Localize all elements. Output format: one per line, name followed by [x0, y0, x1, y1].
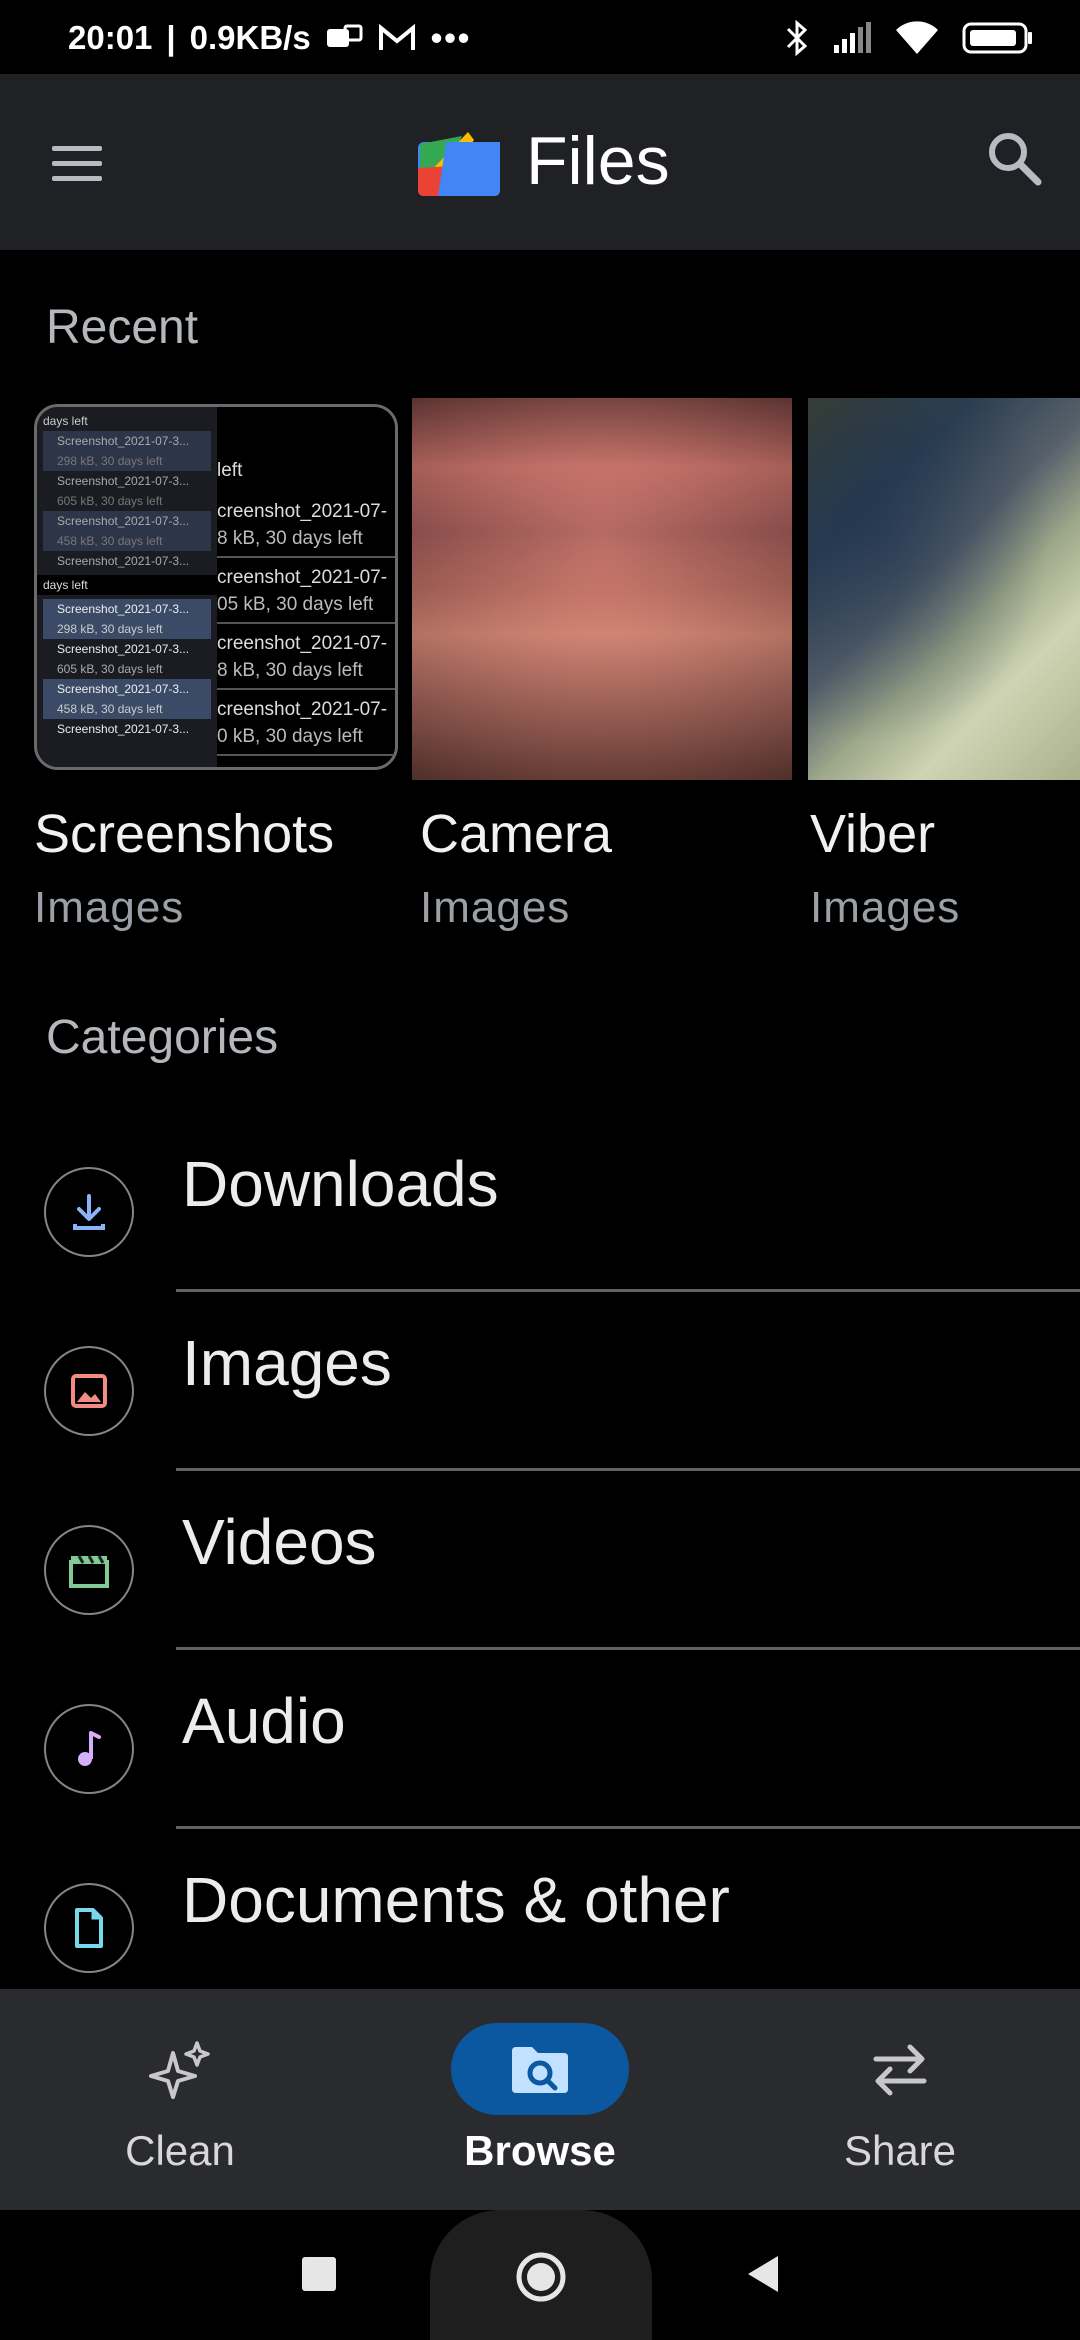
nav-label: Share — [843, 2127, 957, 2174]
nav-label: Browse — [464, 2127, 616, 2174]
category-audio[interactable]: Audio — [0, 1648, 1080, 1829]
recent-card-screenshots[interactable]: days left Screenshot_2021-07-3... 298 kB… — [34, 398, 398, 932]
thumb-left-column: days left Screenshot_2021-07-3... 298 kB… — [37, 407, 217, 767]
thumb-right-column: left creenshot_2021-07- 8 kB, 30 days le… — [217, 407, 395, 767]
category-label: Documents & other — [182, 1864, 730, 1936]
status-separator: | — [166, 19, 176, 56]
image-icon — [44, 1346, 134, 1436]
category-images[interactable]: Images — [0, 1290, 1080, 1471]
status-network-speed: 0.9KB/s — [189, 19, 311, 56]
gmail-icon — [378, 23, 415, 50]
notification-app-icon — [326, 24, 363, 47]
files-logo-icon — [418, 132, 500, 196]
recent-item-type: Images — [34, 883, 185, 932]
viber-thumbnail — [808, 398, 1080, 780]
wifi-icon — [896, 21, 938, 54]
recent-card-viber[interactable]: Viber Images — [808, 398, 1080, 932]
signal-icon — [834, 22, 871, 53]
nav-browse[interactable]: Browse — [390, 1989, 690, 2210]
category-label: Audio — [182, 1685, 346, 1757]
recent-card-camera[interactable]: Camera Images — [412, 398, 792, 932]
document-icon — [44, 1883, 134, 1973]
download-icon — [44, 1167, 134, 1257]
thumb-left-text: days left Screenshot_2021-07-3... 298 kB… — [37, 407, 217, 743]
bluetooth-icon — [786, 19, 808, 57]
category-label: Videos — [182, 1506, 377, 1578]
recent-section-title: Recent — [46, 301, 199, 354]
screenshots-thumbnail: days left Screenshot_2021-07-3... 298 kB… — [34, 404, 398, 770]
categories-section-title: Categories — [46, 1011, 279, 1064]
search-icon[interactable] — [982, 126, 1046, 190]
category-label: Downloads — [182, 1148, 499, 1220]
audio-icon — [44, 1704, 134, 1794]
category-downloads[interactable]: Downloads — [0, 1111, 1080, 1292]
category-videos[interactable]: Videos — [0, 1469, 1080, 1650]
back-icon[interactable] — [742, 2252, 786, 2296]
nav-clean[interactable]: Clean — [30, 1989, 330, 2210]
nav-share[interactable]: Share — [750, 1989, 1050, 2210]
nav-label: Clean — [125, 2127, 235, 2174]
bottom-navigation: Clean Browse Share — [0, 1989, 1080, 2210]
status-time: 20:01 — [68, 19, 153, 56]
video-icon — [44, 1525, 134, 1615]
category-label: Images — [182, 1327, 392, 1399]
swap-arrows-icon — [811, 2023, 989, 2115]
more-notifications-icon: ••• — [430, 19, 472, 56]
sparkle-icon — [91, 2023, 269, 2115]
home-icon — [516, 2252, 566, 2302]
battery-icon — [962, 22, 1032, 54]
recent-item-type: Images — [420, 883, 571, 932]
recent-item-name: Camera — [420, 804, 613, 864]
app-bar: Files — [0, 74, 1080, 250]
recent-item-name: Viber — [810, 804, 936, 864]
home-button-pill[interactable] — [430, 2210, 652, 2340]
status-bar: 20:01 | 0.9KB/s ••• — [0, 0, 1080, 74]
category-documents[interactable]: Documents & other — [0, 1827, 1080, 1989]
recents-button[interactable] — [302, 2257, 336, 2291]
camera-thumbnail — [412, 398, 792, 780]
recent-item-name: Screenshots — [34, 804, 335, 864]
system-navigation-bar — [0, 2210, 1080, 2340]
app-title: Files — [526, 123, 670, 199]
browse-folder-icon — [451, 2023, 629, 2115]
recent-item-type: Images — [810, 883, 961, 932]
menu-icon[interactable] — [46, 132, 108, 194]
